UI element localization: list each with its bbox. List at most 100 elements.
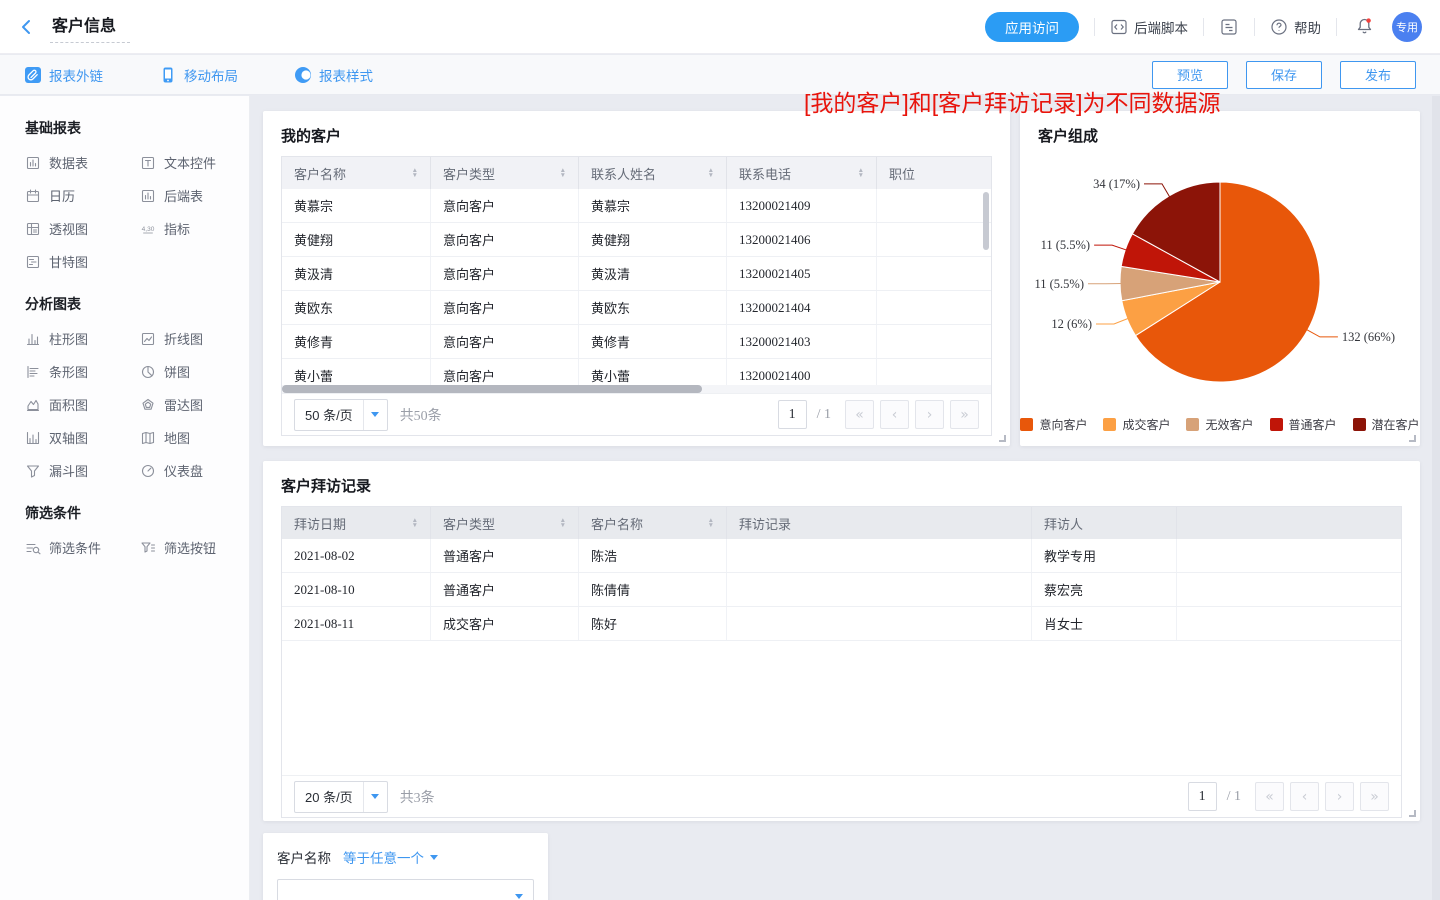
my-customers-card[interactable]: 我的客户 客户名称 ▲ ▼ 客户类型 ▲ ▼ 联系人姓名 ▲ ▼ 联系电话 ▲ ▼ 职位 黄慕宗 意向客户黄… [263, 111, 1010, 446]
legend-item[interactable]: 无效客户 [1186, 416, 1254, 433]
line-chart-icon [140, 331, 156, 347]
sidebar-item-bar-chart[interactable]: 条形图 [25, 355, 140, 388]
sidebar-item-radar-chart[interactable]: 雷达图 [140, 388, 249, 421]
prev-page-button[interactable]: ‹ [1290, 782, 1319, 811]
column-header[interactable]: 客户类型 ▲ ▼ [431, 157, 579, 189]
page-size-select[interactable]: 20 条/页 [294, 780, 388, 813]
column-header [1177, 507, 1401, 539]
sidebar-item-backend-table[interactable]: 后端表 [140, 179, 249, 212]
pie-label: 34 (17%) [1093, 177, 1140, 191]
canvas-scrollbar[interactable] [1432, 96, 1440, 900]
legend-label: 成交客户 [1122, 418, 1171, 432]
prev-page-button[interactable]: ‹ [880, 400, 909, 429]
column-header[interactable]: 联系人姓名 ▲ ▼ [579, 157, 727, 189]
back-icon[interactable] [18, 18, 36, 36]
table-row[interactable]: 黄汲清 意向客户 黄汲清 13200021405 [282, 257, 991, 291]
next-page-button[interactable]: › [915, 400, 944, 429]
sidebar-item-gantt[interactable]: 甘特图 [25, 245, 140, 278]
sidebar-item-pie-chart[interactable]: 饼图 [140, 355, 249, 388]
resize-handle[interactable] [999, 435, 1006, 442]
sort-icon[interactable]: ▲ ▼ [708, 167, 714, 179]
sidebar-item-gauge[interactable]: 仪表盘 [140, 454, 249, 487]
horizontal-scrollbar[interactable] [282, 385, 702, 393]
help-button[interactable]: 帮助 [1270, 17, 1321, 37]
column-header[interactable]: 客户类型 ▲ ▼ [431, 507, 579, 539]
vertical-scrollbar[interactable] [983, 192, 989, 250]
sidebar-item-metric[interactable]: 4,30 指标 [140, 212, 249, 245]
legend-item[interactable]: 成交客户 [1103, 416, 1170, 433]
first-page-button[interactable]: « [1255, 782, 1284, 811]
table-row[interactable]: 黄慕宗 意向客户 黄慕宗 13200021409 [282, 189, 991, 223]
sidebar-item-label: 筛选按钮 [164, 541, 217, 556]
first-page-button[interactable]: « [845, 400, 874, 429]
table-row[interactable]: 黄小蕾 意向客户 黄小蕾 13200021400 [282, 359, 991, 385]
filter-widget-card[interactable]: 客户名称 等于任意一个 [263, 833, 548, 900]
customer-composition-card[interactable]: 客户组成 132 (66%) 12 (6%) 11 (5.5%) 11 (5.5%) 3… [1020, 111, 1420, 446]
sidebar-item-filter-button[interactable]: 筛选按钮 [140, 531, 249, 564]
sidebar-item-filter-condition[interactable]: 筛选条件 [25, 531, 140, 564]
sidebar-item-table[interactable]: 数据表 [25, 146, 140, 179]
sort-icon[interactable]: ▲ ▼ [858, 167, 864, 179]
total-count-label: 共3条 [399, 790, 435, 806]
report-title-editor[interactable]: 客户信息 [50, 11, 131, 43]
visit-records-card[interactable]: 客户拜访记录 拜访日期 ▲ ▼ 客户类型 ▲ ▼ 客户名称 ▲ ▼ 拜访记录 拜访人 2021-08-… [263, 461, 1420, 821]
last-page-button[interactable]: » [950, 400, 979, 429]
report-link-button[interactable]: 报表外链 [24, 65, 103, 85]
sidebar-item-line-chart[interactable]: 折线图 [140, 322, 249, 355]
bar-chart-icon [25, 364, 41, 380]
table-cell: 2021-08-11 [282, 607, 431, 640]
legend-item[interactable]: 普通客户 [1269, 416, 1337, 433]
table-row[interactable]: 黄欧东 意向客户 黄欧东 13200021404 [282, 291, 991, 325]
sort-icon[interactable]: ▲ ▼ [560, 517, 566, 529]
table-cell: 13200021406 [727, 223, 877, 256]
pie-chart[interactable]: 132 (66%) 12 (6%) 11 (5.5%) 11 (5.5%) 34 (17… [1020, 139, 1420, 419]
sort-icon[interactable]: ▲ ▼ [412, 517, 418, 529]
notification-bell-icon[interactable] [1355, 17, 1374, 36]
avatar[interactable]: 专用 [1392, 11, 1422, 42]
column-header[interactable]: 联系电话 ▲ ▼ [727, 157, 877, 189]
sort-icon[interactable]: ▲ ▼ [560, 167, 566, 179]
legend-item[interactable]: 潜在客户 [1352, 416, 1420, 433]
divider [1254, 17, 1255, 36]
last-page-button[interactable]: » [1360, 782, 1389, 811]
page-number-input[interactable]: 1 [777, 400, 807, 429]
sidebar-item-column-chart[interactable]: 柱形图 [25, 322, 140, 355]
sidebar-item-dual-axis[interactable]: 双轴图 [25, 421, 140, 454]
sort-icon[interactable]: ▲ ▼ [708, 517, 714, 529]
mobile-layout-button[interactable]: 移动布局 [159, 65, 238, 85]
save-button[interactable]: 保存 [1246, 60, 1322, 89]
column-header[interactable]: 客户名称 ▲ ▼ [579, 507, 727, 539]
table-row[interactable]: 2021-08-02 普通客户 陈浩 教学专用 [282, 539, 1401, 573]
app-access-button[interactable]: 应用访问 [985, 11, 1079, 42]
table-row[interactable]: 2021-08-11 成交客户 陈好 肖女士 [282, 607, 1401, 641]
legend-item[interactable]: 意向客户 [1020, 416, 1087, 433]
publish-button[interactable]: 发布 [1340, 60, 1416, 89]
sidebar-item-map[interactable]: 地图 [140, 421, 249, 454]
label-leader-line [1094, 244, 1128, 251]
report-style-button[interactable]: 报表样式 [294, 65, 373, 85]
pie-chart-icon [140, 364, 156, 380]
table-row[interactable]: 黄健翔 意向客户 黄健翔 13200021406 [282, 223, 991, 257]
operation-log-icon[interactable] [1219, 17, 1239, 37]
page-number-input[interactable]: 1 [1187, 782, 1217, 811]
table-row[interactable]: 2021-08-10 普通客户 陈倩倩 蔡宏亮 [282, 573, 1401, 607]
resize-handle[interactable] [1409, 435, 1416, 442]
resize-handle[interactable] [1409, 810, 1416, 817]
column-header[interactable]: 客户名称 ▲ ▼ [282, 157, 431, 189]
filter-value-select[interactable] [277, 879, 534, 900]
sidebar-item-text[interactable]: 文本控件 [140, 146, 249, 179]
table-cell: 意向客户 [431, 223, 579, 256]
sidebar-item-area-chart[interactable]: 面积图 [25, 388, 140, 421]
column-header[interactable]: 拜访日期 ▲ ▼ [282, 507, 431, 539]
sidebar-item-calendar[interactable]: 日历 [25, 179, 140, 212]
table-cell [727, 573, 1032, 606]
sort-icon[interactable]: ▲ ▼ [412, 167, 418, 179]
backend-script-button[interactable]: 后端脚本 [1110, 17, 1188, 37]
page-size-select[interactable]: 50 条/页 [294, 398, 388, 431]
sidebar-item-funnel[interactable]: 漏斗图 [25, 454, 140, 487]
next-page-button[interactable]: › [1325, 782, 1354, 811]
mobile-icon [159, 66, 177, 84]
sidebar-item-pivot[interactable]: 透视图 [25, 212, 140, 245]
filter-operator-dropdown[interactable]: 等于任意一个 [343, 847, 438, 867]
table-row[interactable]: 黄修青 意向客户 黄修青 13200021403 [282, 325, 991, 359]
